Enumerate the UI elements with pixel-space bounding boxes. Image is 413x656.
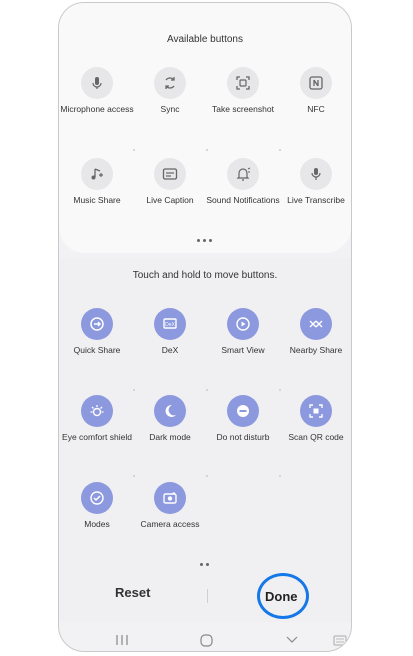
- tile-label: Smart View: [221, 345, 265, 355]
- done-button[interactable]: Done: [265, 589, 298, 604]
- live-transcribe-icon: [300, 158, 332, 190]
- tile-live-transcribe[interactable]: Live Transcribe: [278, 158, 351, 205]
- grid-dot: [133, 389, 135, 391]
- tile-label: Live Transcribe: [287, 195, 345, 205]
- grid-dot: [279, 149, 281, 151]
- tile-scan-qr-code[interactable]: Scan QR code: [278, 395, 351, 442]
- active-page-indicator: [200, 563, 209, 566]
- tile-label: Dark mode: [149, 432, 191, 442]
- camera-access-icon: [154, 482, 186, 514]
- eye-comfort-icon: [81, 395, 113, 427]
- quick-share-icon: [81, 308, 113, 340]
- tile-live-caption[interactable]: Live Caption: [132, 158, 208, 205]
- microphone-icon: [81, 67, 113, 99]
- tile-modes[interactable]: Modes: [59, 482, 135, 529]
- scan-qr-icon: [300, 395, 332, 427]
- home-icon[interactable]: [200, 634, 213, 647]
- grid-dot: [133, 149, 135, 151]
- tile-label: Camera access: [140, 519, 200, 529]
- keyboard-icon[interactable]: [333, 635, 347, 646]
- tile-take-screenshot[interactable]: Take screenshot: [205, 67, 281, 114]
- tile-nfc[interactable]: NFC: [278, 67, 351, 114]
- tile-dark-mode[interactable]: Dark mode: [132, 395, 208, 442]
- tile-eye-comfort-shield[interactable]: Eye comfort shield: [59, 395, 135, 442]
- live-caption-icon: [154, 158, 186, 190]
- tile-label: Microphone access: [60, 104, 134, 114]
- tile-label: Nearby Share: [289, 345, 343, 355]
- tile-camera-access[interactable]: Camera access: [132, 482, 208, 529]
- grid-dot: [206, 475, 208, 477]
- nfc-icon: [300, 67, 332, 99]
- dex-icon: DeX: [154, 308, 186, 340]
- grid-dot: [133, 475, 135, 477]
- dark-mode-icon: [154, 395, 186, 427]
- phone-frame: Available buttons Microphone access Sync…: [58, 2, 352, 652]
- reset-button[interactable]: Reset: [115, 585, 150, 600]
- navigation-bar: [59, 631, 351, 651]
- available-buttons-panel: Available buttons Microphone access Sync…: [59, 3, 351, 253]
- available-buttons-title: Available buttons: [167, 34, 243, 45]
- tile-dex[interactable]: DeX DeX: [132, 308, 208, 355]
- screenshot-icon: [227, 67, 259, 99]
- tile-music-share[interactable]: Music Share: [59, 158, 135, 205]
- move-hint: Touch and hold to move buttons.: [132, 270, 278, 281]
- tile-label: Quick Share: [73, 345, 121, 355]
- tile-label: DeX: [161, 345, 179, 355]
- sound-notifications-icon: [227, 158, 259, 190]
- tile-label: Take screenshot: [212, 104, 274, 114]
- grid-dot: [206, 149, 208, 151]
- do-not-disturb-icon: [227, 395, 259, 427]
- tile-label: Do not disturb: [216, 432, 270, 442]
- tile-do-not-disturb[interactable]: Do not disturb: [205, 395, 281, 442]
- grid-dot: [206, 389, 208, 391]
- tile-label: Scan QR code: [288, 432, 344, 442]
- footer-divider: [207, 589, 208, 603]
- tile-label: Eye comfort shield: [62, 432, 132, 442]
- tile-sync[interactable]: Sync: [132, 67, 208, 114]
- nearby-share-icon: [300, 308, 332, 340]
- tile-smart-view[interactable]: Smart View: [205, 308, 281, 355]
- svg-text:DeX: DeX: [165, 322, 175, 328]
- recent-apps-icon[interactable]: [116, 635, 128, 645]
- available-page-indicator: [197, 239, 212, 242]
- tile-label: NFC: [307, 104, 325, 114]
- tile-label: Music Share: [73, 195, 121, 205]
- grid-dot: [279, 475, 281, 477]
- tile-label: Live Caption: [146, 195, 194, 205]
- grid-dot: [279, 389, 281, 391]
- tile-label: Sync: [160, 104, 180, 114]
- tile-microphone-access[interactable]: Microphone access: [59, 67, 135, 114]
- tile-quick-share[interactable]: Quick Share: [59, 308, 135, 355]
- sync-icon: [154, 67, 186, 99]
- music-share-icon: [81, 158, 113, 190]
- tile-sound-notifications[interactable]: Sound Notifications: [205, 158, 281, 205]
- back-chevron-down-icon[interactable]: [286, 636, 298, 643]
- modes-icon: [81, 482, 113, 514]
- smart-view-icon: [227, 308, 259, 340]
- tile-label: Sound Notifications: [206, 195, 280, 205]
- tile-nearby-share[interactable]: Nearby Share: [278, 308, 351, 355]
- tile-label: Modes: [84, 519, 110, 529]
